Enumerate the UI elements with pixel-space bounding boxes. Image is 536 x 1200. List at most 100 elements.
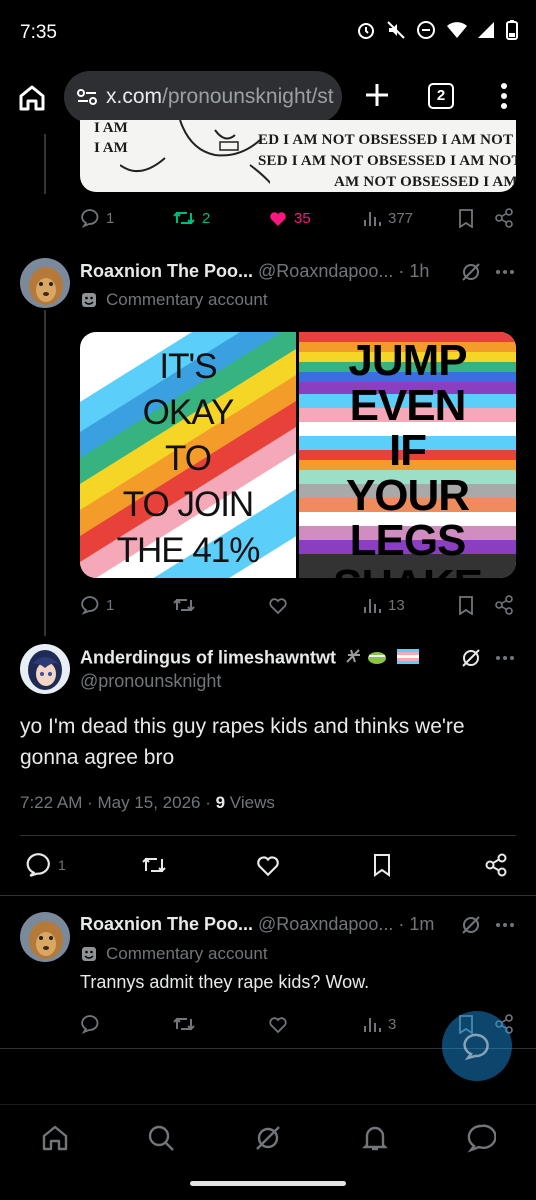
gesture-bar[interactable] [190,1181,346,1186]
compose-reply-fab[interactable] [442,1011,512,1081]
reply-button[interactable] [80,1010,100,1038]
browser-home-button[interactable] [16,82,48,114]
meme-text-line: ED I AM NOT OBSESSED I AM NOT OBSE [258,132,516,148]
more-horizontal-icon[interactable] [494,261,516,283]
tweet-header: Roaxnion The Poo... @Roaxndapoo... · 1m [80,914,434,938]
author-emoji-decorations [345,646,421,671]
retweet-button[interactable] [140,851,168,879]
theater-masks-icon [82,947,96,961]
grok-icon[interactable] [460,914,482,936]
signal-icon [476,20,496,40]
tweet-header: Roaxnion The Poo... @Roaxndapoo... · 1h [80,261,429,285]
reply-button[interactable]: 1 [26,851,66,879]
notifications-bell-icon[interactable] [360,1123,390,1153]
avatar[interactable] [20,644,70,694]
commentary-label-text: Commentary account [106,944,268,963]
avatar[interactable] [20,258,70,308]
views-count: 3 [388,1015,397,1033]
tweet-image-meme[interactable]: I AM I AM ED I AM NOT OBSESSED I AM NOT … [80,120,516,192]
share-button[interactable] [494,204,514,232]
like-button[interactable] [255,851,281,879]
commentary-label: Commentary account [80,944,268,964]
reply-button[interactable]: 1 [80,204,114,232]
more-horizontal-icon[interactable] [494,914,516,936]
main-tweet-text: yo I'm dead this guy rapes kids and thin… [20,715,465,769]
bookmark-icon [459,209,473,228]
views-button[interactable]: 13 [362,591,405,619]
like-button[interactable] [268,591,288,619]
grok-icon[interactable] [460,647,482,669]
messages-icon[interactable] [466,1123,496,1153]
share-button[interactable] [494,591,514,619]
author-name[interactable]: Roaxnion The Poo... [80,914,253,934]
bookmark-icon [374,854,390,877]
emoji-decorations-icon [346,649,420,664]
caption-line: OKAY [142,393,235,432]
site-settings-icon[interactable] [76,86,98,108]
tweet-time[interactable]: · 1h [398,261,429,281]
status-time: 7:35 [20,22,57,43]
more-horizontal-icon[interactable] [494,647,516,669]
wifi-icon [446,20,467,40]
main-author-name[interactable]: Anderdingus of limeshawntwt [80,646,421,671]
reply-tweet-text: Trannys admit they rape kids? Wow. [80,972,370,992]
meme-text-line: SED I AM NOT OBSESSED I AM NOT OBSE [258,153,516,169]
caption-line: IF [388,426,427,475]
bookmark-icon [459,596,473,615]
bookmark-button[interactable] [370,851,394,879]
bookmark-button[interactable] [456,591,476,619]
mute-icon [386,20,406,40]
reply-icon [81,209,99,228]
views-button[interactable]: 3 [362,1010,396,1038]
caption-line: YOUR [345,471,470,520]
address-bar[interactable]: x.com/pronounsknight/st [64,71,342,123]
tweet-image-grid: IT'S OKAY TO TO JOIN THE 41% JUMP EVEN I… [80,332,516,578]
share-icon [495,208,513,228]
browser-menu-button[interactable] [494,80,514,112]
heart-icon [269,598,287,615]
tweet-time[interactable]: · 1m [398,914,434,934]
reply-count: 1 [58,857,66,873]
search-icon[interactable] [146,1123,176,1153]
tweet-actions: 1 13 [80,591,516,619]
like-button[interactable]: 35 [268,204,311,232]
author-handle[interactable]: @Roaxndapoo... [258,914,393,934]
divider [0,895,536,896]
wojak-drawing [120,120,270,185]
retweet-button[interactable] [172,1010,196,1038]
views-label: Views [225,793,275,812]
reply-icon [81,1015,99,1034]
new-tab-button[interactable] [362,80,392,110]
share-icon [485,853,507,877]
tab-switcher-button[interactable]: 2 [428,83,454,109]
more-vertical-icon [501,83,507,109]
like-count: 35 [294,209,311,227]
share-button[interactable] [484,851,508,879]
status-icons [356,20,518,40]
author-handle[interactable]: @Roaxndapoo... [258,261,393,281]
reply-button[interactable]: 1 [80,591,114,619]
like-button[interactable] [268,1010,288,1038]
retweet-count: 2 [202,209,211,227]
author-name: Anderdingus of limeshawntwt [80,647,337,668]
tweet-image-okay-to-join[interactable]: IT'S OKAY TO TO JOIN THE 41% [80,332,296,578]
caption-line: LEGS [349,516,467,565]
dnd-icon [416,20,436,40]
anime-avatar-image [20,644,70,694]
tweet-image-jump-even-if[interactable]: JUMP EVEN IF YOUR LEGS SHAKE [299,332,516,578]
tweet-timestamp[interactable]: 7:22 AM · May 15, 2026 · [20,793,216,812]
reply-icon [26,853,50,877]
reply-icon [81,596,99,615]
bookmark-button[interactable] [456,204,476,232]
retweet-button[interactable]: 2 [172,204,210,232]
retweet-button[interactable] [172,591,196,619]
main-author-handle[interactable]: @pronounsknight [80,671,221,692]
views-button[interactable]: 377 [362,204,413,232]
views-count: 377 [388,209,414,227]
home-icon[interactable] [40,1123,70,1153]
retweet-icon [173,1017,195,1031]
author-name[interactable]: Roaxnion The Poo... [80,261,253,281]
avatar[interactable] [20,912,70,962]
grok-icon[interactable] [253,1123,283,1153]
grok-icon[interactable] [460,261,482,283]
